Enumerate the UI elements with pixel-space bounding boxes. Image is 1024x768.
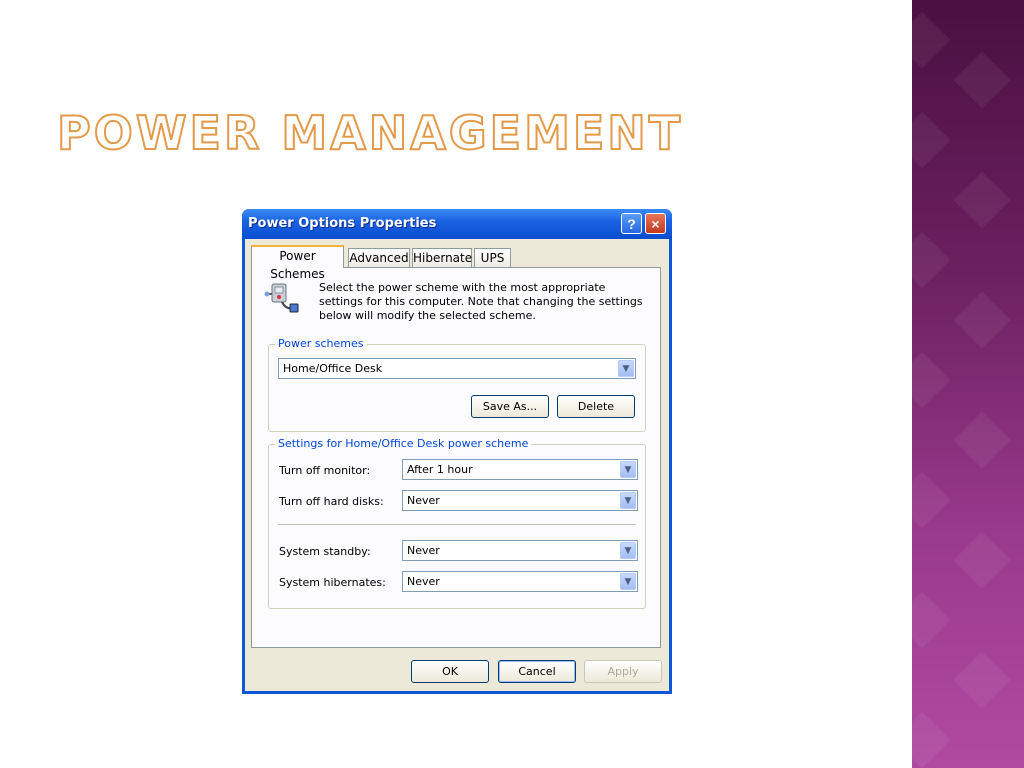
chevron-down-icon[interactable]: ▼ bbox=[620, 492, 636, 509]
chevron-down-icon[interactable]: ▼ bbox=[620, 573, 636, 590]
power-scheme-value: Home/Office Desk bbox=[283, 362, 383, 375]
chevron-down-icon[interactable]: ▼ bbox=[620, 461, 636, 478]
turn-off-monitor-value: After 1 hour bbox=[407, 463, 473, 476]
slide-title: Power Management bbox=[56, 105, 684, 161]
dialog-body: Power Schemes Advanced Hibernate UPS Sel… bbox=[245, 239, 669, 691]
turn-off-monitor-select[interactable]: After 1 hour ▼ bbox=[402, 459, 638, 480]
intro-text: Select the power scheme with the most ap… bbox=[319, 281, 643, 322]
tab-label: Hibernate bbox=[413, 251, 473, 265]
tab-label: Advanced bbox=[349, 251, 409, 265]
dialog-title: Power Options Properties bbox=[248, 216, 437, 231]
help-button[interactable]: ? bbox=[621, 213, 642, 234]
apply-button[interactable]: Apply bbox=[584, 660, 662, 683]
turn-off-hard-disks-select[interactable]: Never ▼ bbox=[402, 490, 638, 511]
save-as-button[interactable]: Save As... bbox=[471, 395, 549, 418]
turn-off-hard-disks-value: Never bbox=[407, 494, 440, 507]
settings-group: Settings for Home/Office Desk power sche… bbox=[268, 437, 646, 609]
power-plug-computer-icon bbox=[264, 283, 299, 313]
chevron-down-icon[interactable]: ▼ bbox=[620, 542, 636, 559]
slide-side-band bbox=[912, 0, 1024, 768]
system-hibernates-select[interactable]: Never ▼ bbox=[402, 571, 638, 592]
power-schemes-group: Power schemes Home/Office Desk ▼ Save As… bbox=[268, 337, 646, 432]
tab-ups[interactable]: UPS bbox=[474, 248, 511, 267]
tab-label: UPS bbox=[480, 251, 505, 265]
system-hibernates-label: System hibernates: bbox=[279, 576, 386, 589]
tab-power-schemes[interactable]: Power Schemes bbox=[251, 245, 344, 281]
cancel-button[interactable]: Cancel bbox=[498, 660, 576, 683]
system-standby-value: Never bbox=[407, 544, 440, 557]
ok-button[interactable]: OK bbox=[411, 660, 489, 683]
system-standby-select[interactable]: Never ▼ bbox=[402, 540, 638, 561]
dialog-titlebar[interactable]: Power Options Properties ? × bbox=[242, 209, 672, 239]
tab-label: Power Schemes bbox=[270, 249, 325, 281]
help-icon: ? bbox=[627, 216, 636, 232]
close-button[interactable]: × bbox=[645, 213, 666, 234]
system-hibernates-value: Never bbox=[407, 575, 440, 588]
power-schemes-group-label: Power schemes bbox=[275, 337, 367, 350]
turn-off-monitor-label: Turn off monitor: bbox=[279, 464, 371, 477]
power-scheme-select[interactable]: Home/Office Desk ▼ bbox=[278, 358, 636, 379]
settings-group-label: Settings for Home/Office Desk power sche… bbox=[275, 437, 532, 450]
turn-off-hard-disks-label: Turn off hard disks: bbox=[279, 495, 384, 508]
delete-button[interactable]: Delete bbox=[557, 395, 635, 418]
tab-advanced[interactable]: Advanced bbox=[348, 248, 410, 267]
system-standby-label: System standby: bbox=[279, 545, 371, 558]
chevron-down-icon[interactable]: ▼ bbox=[618, 360, 634, 377]
power-schemes-panel: Select the power scheme with the most ap… bbox=[251, 267, 661, 648]
settings-divider bbox=[278, 524, 636, 525]
close-icon: × bbox=[651, 216, 660, 232]
power-options-dialog: Power Options Properties ? × Power Schem… bbox=[242, 209, 672, 694]
tab-hibernate[interactable]: Hibernate bbox=[412, 248, 472, 267]
